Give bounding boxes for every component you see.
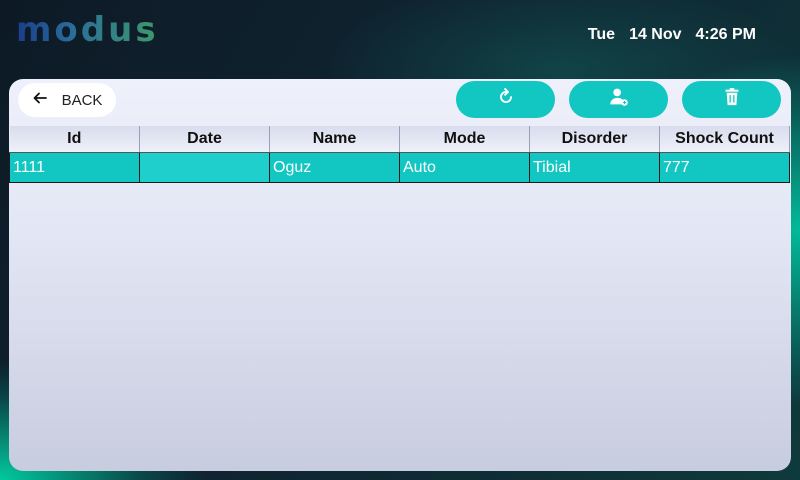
column-header-shock-count[interactable]: Shock Count <box>659 126 790 153</box>
add-user-icon <box>608 86 630 113</box>
column-header-date[interactable]: Date <box>139 126 270 153</box>
table-header-row: Id Date Name Mode Disorder Shock Count <box>9 126 790 153</box>
column-header-name[interactable]: Name <box>269 126 400 153</box>
date-label: 14 Nov <box>629 26 682 43</box>
day-label: Tue <box>587 26 616 43</box>
back-label: BACK <box>61 91 103 109</box>
cell-shock-count[interactable]: 777 <box>659 152 790 183</box>
cell-name[interactable]: Oguz <box>269 152 400 183</box>
arrow-left-icon <box>32 90 48 110</box>
column-header-disorder[interactable]: Disorder <box>529 126 660 153</box>
delete-button[interactable] <box>682 81 781 118</box>
back-button[interactable]: BACK <box>18 83 116 117</box>
column-header-id[interactable]: Id <box>9 126 140 153</box>
records-table: Id Date Name Mode Disorder Shock Count 1… <box>9 126 790 183</box>
add-user-button[interactable] <box>569 81 668 118</box>
column-header-mode[interactable]: Mode <box>399 126 530 153</box>
refresh-icon <box>495 86 517 113</box>
trash-icon <box>721 86 743 113</box>
table-row[interactable]: 1111 Oguz Auto Tibial 777 <box>9 152 790 183</box>
cell-disorder[interactable]: Tibial <box>529 152 660 183</box>
cell-id[interactable]: 1111 <box>9 152 140 183</box>
cell-date[interactable] <box>139 152 270 183</box>
brand-logo: modus <box>16 10 159 50</box>
records-panel: BACK Id Date Name Mode Disorder Shock Co… <box>9 79 791 471</box>
status-clock: Tue 14 Nov 4:26 PM <box>588 26 756 44</box>
cell-mode[interactable]: Auto <box>399 152 530 183</box>
time-label: 4:26 PM <box>695 26 756 43</box>
refresh-button[interactable] <box>456 81 555 118</box>
